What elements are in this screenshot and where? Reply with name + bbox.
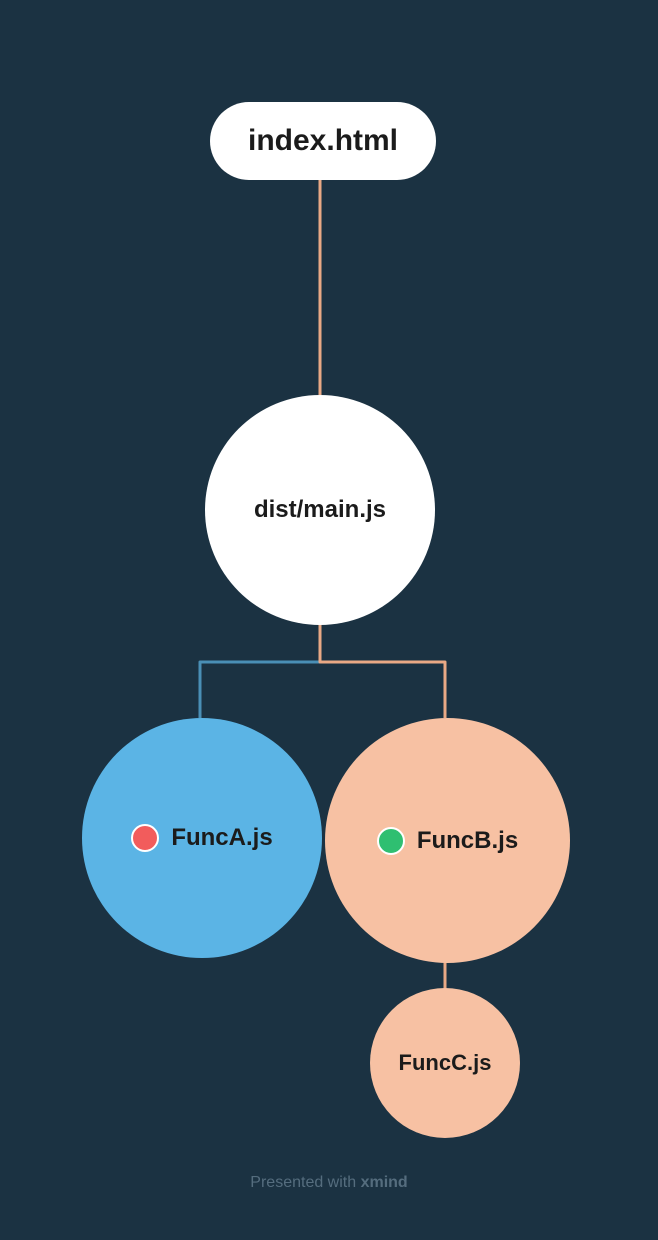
footer-credit: Presented with xmind <box>0 1174 658 1192</box>
node-funcB-inner: FuncB.js <box>377 827 518 855</box>
node-root[interactable]: index.html <box>210 102 436 180</box>
node-funcA-label: FuncA.js <box>171 824 272 852</box>
footer-brand: xmind <box>361 1174 408 1191</box>
node-funcB[interactable]: FuncB.js <box>325 718 570 963</box>
marker-dot-red <box>131 824 159 852</box>
node-funcC-label: FuncC.js <box>399 1050 492 1076</box>
node-funcA-inner: FuncA.js <box>131 824 272 852</box>
node-main-label: dist/main.js <box>254 496 386 524</box>
diagram-canvas: index.html dist/main.js FuncA.js FuncB.j… <box>0 0 658 1240</box>
footer-prefix: Presented with <box>250 1174 360 1191</box>
edge-main-funcB <box>320 620 445 718</box>
marker-dot-green <box>377 827 405 855</box>
node-root-label: index.html <box>248 124 398 158</box>
node-funcB-label: FuncB.js <box>417 827 518 855</box>
node-main[interactable]: dist/main.js <box>205 395 435 625</box>
node-funcA[interactable]: FuncA.js <box>82 718 322 958</box>
node-funcC[interactable]: FuncC.js <box>370 988 520 1138</box>
edge-main-funcA <box>200 620 320 718</box>
